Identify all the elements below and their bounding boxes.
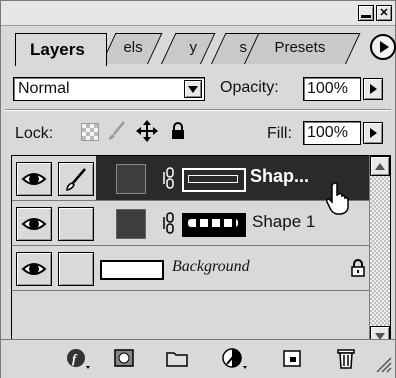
eye-icon	[21, 173, 47, 185]
chain-link-icon	[163, 167, 174, 189]
vector-mask-thumbnail	[182, 168, 246, 192]
layer-thumbnail	[100, 260, 164, 280]
triangle-down-icon	[188, 85, 198, 93]
padlock-icon	[172, 122, 184, 139]
adjustment-layer-button[interactable]	[221, 346, 249, 370]
brush-icon	[66, 168, 86, 191]
chain-link-icon	[163, 212, 174, 234]
opacity-label: Opacity:	[220, 79, 279, 96]
minimize-icon	[361, 15, 371, 18]
layer-link-toggle[interactable]	[58, 207, 94, 241]
layer-row[interactable]: Background	[12, 246, 370, 291]
fill-field[interactable]: 100%	[303, 121, 361, 145]
hand-pointer-icon	[326, 182, 349, 215]
blend-mode-dropdown-button[interactable]	[184, 80, 202, 98]
palette-title-bar[interactable]: ✕	[1, 1, 395, 26]
move-arrows-icon	[136, 120, 158, 142]
adjustment-layer-icon	[222, 348, 247, 369]
lock-image-button[interactable]	[105, 119, 129, 143]
triangle-right-icon	[369, 128, 377, 138]
eye-icon	[21, 218, 47, 230]
visibility-toggle[interactable]	[16, 252, 52, 286]
tab-strip: els y s Presets Layers	[1, 25, 396, 66]
delete-layer-button[interactable]	[335, 346, 357, 370]
brush-icon	[109, 121, 125, 140]
triangle-right-icon	[369, 84, 377, 94]
scroll-up-button[interactable]	[370, 156, 390, 176]
lock-label: Lock:	[15, 125, 54, 142]
new-group-button[interactable]	[165, 348, 189, 368]
layers-palette: ✕ els y s Presets Layers Normal Opacity:…	[0, 0, 396, 378]
layer-row[interactable]: Shap...	[12, 156, 370, 201]
play-triangle-icon	[380, 41, 389, 53]
layer-link-toggle[interactable]	[58, 162, 94, 196]
palette-footer: f	[1, 339, 395, 378]
layer-thumbnail	[116, 164, 146, 194]
layer-style-button[interactable]: f	[65, 346, 91, 370]
add-mask-button[interactable]	[113, 348, 135, 368]
new-layer-button[interactable]	[281, 348, 303, 368]
lock-transparency-button[interactable]	[81, 123, 99, 141]
new-layer-icon	[283, 350, 301, 367]
opacity-field[interactable]: 100%	[303, 77, 361, 101]
layer-name[interactable]: Background	[172, 258, 250, 276]
vertical-scrollbar[interactable]	[369, 155, 391, 347]
trash-icon	[337, 349, 355, 369]
opacity-stepper-button[interactable]	[363, 78, 383, 100]
layers-list: Shap... Shape 1 Background	[11, 155, 370, 346]
tab-els[interactable]: els	[101, 33, 163, 64]
padlock-icon	[351, 259, 365, 277]
lock-all-button[interactable]	[167, 120, 189, 142]
close-icon: ✕	[379, 7, 389, 19]
layer-name[interactable]: Shape 1	[252, 212, 315, 232]
tab-layers[interactable]: Layers	[15, 33, 107, 66]
visibility-toggle[interactable]	[16, 162, 52, 196]
tab-y[interactable]: y	[161, 33, 216, 64]
eye-icon	[21, 263, 47, 275]
blend-mode-select[interactable]: Normal	[13, 77, 205, 101]
tab-presets[interactable]: Presets	[244, 33, 361, 64]
vector-mask-thumbnail	[182, 213, 246, 237]
layer-thumbnail	[116, 209, 146, 239]
visibility-toggle[interactable]	[16, 207, 52, 241]
layer-row[interactable]: Shape 1	[12, 201, 370, 246]
lock-position-button[interactable]	[135, 119, 159, 143]
add-mask-icon	[114, 349, 134, 367]
fill-label: Fill:	[267, 125, 292, 142]
fill-stepper-button[interactable]	[363, 122, 383, 144]
layer-style-icon: f	[67, 349, 90, 369]
layer-link-toggle[interactable]	[58, 252, 94, 286]
triangle-up-icon	[375, 162, 385, 170]
new-group-icon	[166, 352, 188, 367]
close-button[interactable]: ✕	[376, 5, 392, 21]
divider	[5, 109, 391, 111]
resize-grip-icon[interactable]	[373, 352, 393, 374]
palette-menu-button[interactable]	[370, 34, 396, 60]
layer-name[interactable]: Shap...	[250, 166, 309, 187]
minimize-button[interactable]	[358, 5, 374, 21]
